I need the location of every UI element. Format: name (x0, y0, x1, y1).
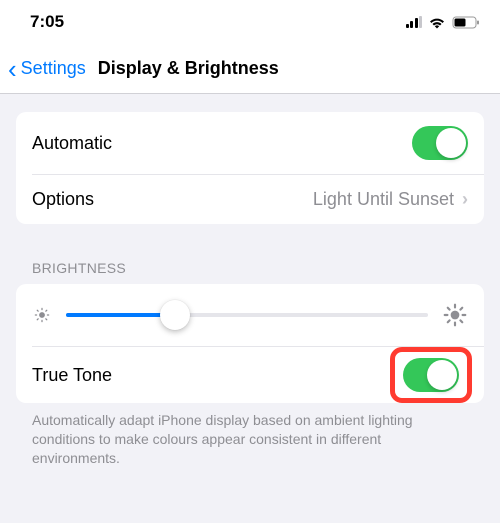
toggle-knob (427, 360, 457, 390)
brightness-slider-row (16, 284, 484, 346)
page-title: Display & Brightness (98, 58, 279, 79)
options-value-wrap: Light Until Sunset › (313, 189, 468, 210)
status-icons (406, 16, 481, 29)
brightness-group: True Tone (16, 284, 484, 403)
content: Automatic Options Light Until Sunset › B… (0, 112, 500, 468)
sun-min-icon (32, 305, 52, 325)
status-bar: 7:05 (0, 0, 500, 44)
options-value: Light Until Sunset (313, 189, 454, 210)
true-tone-label: True Tone (32, 365, 112, 386)
sun-max-icon (442, 302, 468, 328)
cellular-signal-icon (406, 16, 423, 28)
true-tone-footer: Automatically adapt iPhone display based… (0, 403, 500, 468)
true-tone-row: True Tone (32, 346, 484, 403)
back-button[interactable]: ‹ Settings (8, 56, 86, 82)
status-time: 7:05 (30, 12, 64, 32)
battery-icon (452, 16, 480, 29)
options-label: Options (32, 189, 94, 210)
appearance-group: Automatic Options Light Until Sunset › (16, 112, 484, 224)
options-row[interactable]: Options Light Until Sunset › (32, 174, 484, 224)
wifi-icon (428, 16, 446, 29)
chevron-right-icon: › (462, 189, 468, 210)
slider-thumb (160, 300, 190, 330)
brightness-slider[interactable] (66, 313, 428, 317)
toggle-knob (436, 128, 466, 158)
highlight-annotation (390, 347, 472, 403)
back-label: Settings (21, 58, 86, 79)
automatic-row: Automatic (16, 112, 484, 174)
automatic-label: Automatic (32, 133, 112, 154)
nav-bar: ‹ Settings Display & Brightness (0, 44, 500, 94)
true-tone-toggle[interactable] (403, 358, 459, 392)
automatic-toggle[interactable] (412, 126, 468, 160)
slider-fill (66, 313, 175, 317)
brightness-header: BRIGHTNESS (0, 224, 500, 284)
chevron-left-icon: ‹ (8, 56, 17, 82)
